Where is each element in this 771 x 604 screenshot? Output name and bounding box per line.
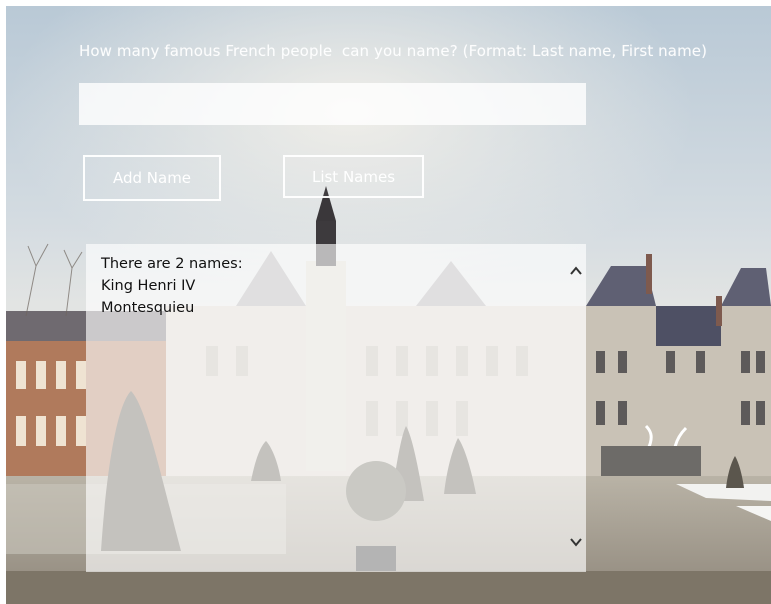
names-output-line: King Henri IV	[101, 278, 196, 294]
scroll-track[interactable]	[574, 284, 578, 524]
names-scrollbar[interactable]	[566, 244, 586, 572]
chevron-down-icon[interactable]	[569, 535, 583, 549]
names-output-line: There are 2 names:	[101, 256, 243, 272]
names-output-text: There are 2 names: King Henri IV Montesq…	[101, 253, 243, 319]
prompt-label: How many famous French people can you na…	[79, 42, 708, 60]
add-name-button[interactable]: Add Name	[83, 155, 221, 201]
names-output-line: Montesquieu	[101, 300, 195, 316]
app-window: How many famous French people can you na…	[6, 6, 771, 604]
name-input[interactable]	[79, 83, 586, 125]
list-names-button[interactable]: List Names	[283, 155, 424, 198]
chevron-up-icon[interactable]	[569, 264, 583, 278]
names-output-box[interactable]: There are 2 names: King Henri IV Montesq…	[86, 244, 586, 572]
